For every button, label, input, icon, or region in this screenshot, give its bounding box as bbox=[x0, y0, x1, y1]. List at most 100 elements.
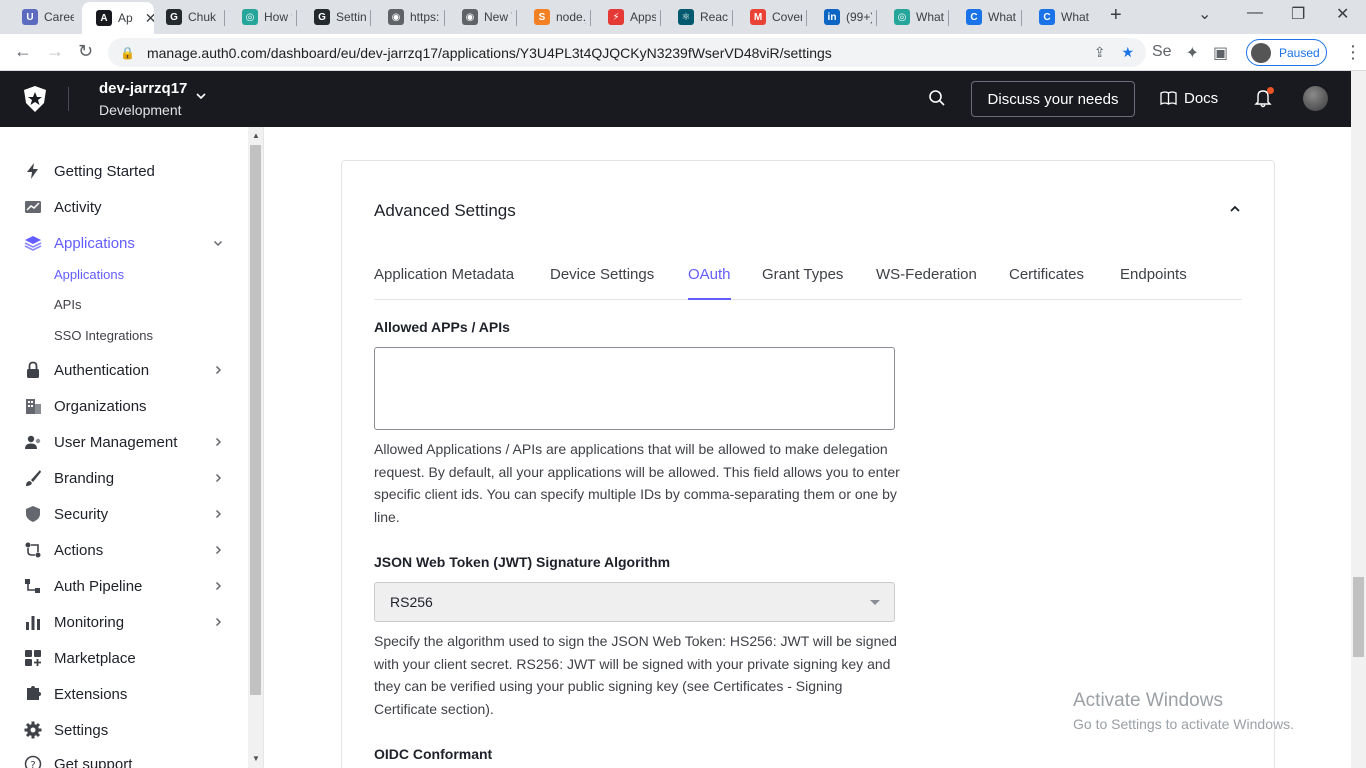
search-icon[interactable] bbox=[928, 89, 946, 107]
sidebar-item-applications[interactable]: Applications bbox=[24, 231, 224, 255]
chevron-down-icon[interactable] bbox=[194, 89, 208, 103]
sidebar-item-label: Authentication bbox=[54, 361, 150, 379]
chevron-right-icon[interactable] bbox=[212, 436, 224, 448]
browser-tab[interactable]: ◉ New T bbox=[448, 4, 512, 30]
browser-tab-strip: U Caree A Ap ✕ G Chuk ◎ How t G Settin ◉ https: ◉ New … bbox=[0, 0, 1366, 34]
sidebar-item-branding[interactable]: Branding bbox=[24, 466, 224, 490]
sidebar-scroll-thumb[interactable] bbox=[250, 145, 261, 695]
new-tab-button[interactable]: + bbox=[1110, 4, 1122, 27]
close-window-icon[interactable]: ✕ bbox=[1336, 4, 1349, 24]
browser-tab[interactable]: ◎ How t bbox=[228, 4, 292, 30]
tab-favicon-icon: ◎ bbox=[242, 9, 258, 25]
tab-ws-federation[interactable]: WS-Federation bbox=[876, 266, 977, 300]
sidebar-subitem-sso-integrations[interactable]: SSO Integrations bbox=[54, 328, 153, 343]
profile-button[interactable]: Paused bbox=[1246, 39, 1327, 66]
browser-tab[interactable]: G Chuk bbox=[152, 4, 220, 30]
chevron-right-icon[interactable] bbox=[212, 472, 224, 484]
chevron-right-icon[interactable] bbox=[212, 616, 224, 628]
actions-icon bbox=[25, 542, 41, 558]
selenium-extension-icon[interactable]: Se bbox=[1152, 43, 1172, 63]
sidebar-item-organizations[interactable]: Organizations bbox=[24, 394, 224, 418]
main-content: Advanced Settings Application Metadata De… bbox=[263, 127, 1351, 768]
app-header: dev-jarrzq17 Development Discuss your ne… bbox=[0, 71, 1351, 127]
page-scroll-thumb[interactable] bbox=[1353, 577, 1364, 657]
sidebar-subitem-applications[interactable]: Applications bbox=[54, 267, 124, 282]
tab-favicon-icon: C bbox=[966, 9, 982, 25]
browser-tab[interactable]: in (99+) bbox=[810, 4, 872, 30]
sidebar-item-user-management[interactable]: User Management bbox=[24, 430, 224, 454]
sidebar-item-label: User Management bbox=[54, 433, 178, 451]
sidebar-item-actions[interactable]: Actions bbox=[24, 538, 224, 562]
sidebar-item-label: Branding bbox=[54, 469, 115, 487]
lock-icon bbox=[27, 361, 39, 378]
tab-endpoints[interactable]: Endpoints bbox=[1120, 266, 1187, 300]
tab-oauth[interactable]: OAuth bbox=[688, 266, 731, 300]
side-panel-icon[interactable]: ▣ bbox=[1213, 43, 1228, 63]
back-icon[interactable]: ← bbox=[14, 41, 32, 62]
sidebar-item-activity[interactable]: Activity bbox=[24, 195, 224, 219]
browser-tab[interactable]: G Settin bbox=[300, 4, 366, 30]
restore-icon[interactable]: ❐ bbox=[1291, 4, 1305, 24]
browser-tab[interactable]: ⚛ React bbox=[664, 4, 728, 30]
minimize-icon[interactable]: — bbox=[1247, 4, 1263, 22]
share-icon[interactable]: ⇪ bbox=[1094, 44, 1106, 61]
tab-search-icon[interactable]: ⌄ bbox=[1198, 4, 1211, 24]
tab-application-metadata[interactable]: Application Metadata bbox=[374, 266, 514, 300]
tab-label: What bbox=[1061, 10, 1090, 24]
tab-favicon-icon: M bbox=[750, 9, 766, 25]
sidebar-item-extensions[interactable]: Extensions bbox=[24, 682, 224, 706]
sidebar-item-settings[interactable]: Settings bbox=[24, 718, 224, 742]
auth0-logo-icon[interactable] bbox=[22, 85, 48, 113]
scroll-up-arrow-icon[interactable]: ▲ bbox=[252, 131, 260, 140]
tab-label: Caree bbox=[44, 10, 74, 24]
browser-tab[interactable]: ◉ https: bbox=[374, 4, 440, 30]
allowed-apps-input[interactable] bbox=[374, 347, 895, 430]
pipeline-icon bbox=[25, 579, 40, 593]
tab-certificates[interactable]: Certificates bbox=[1009, 266, 1084, 300]
sidebar-item-auth-pipeline[interactable]: Auth Pipeline bbox=[24, 574, 224, 598]
docs-link[interactable]: Docs bbox=[1160, 90, 1218, 107]
sidebar-item-authentication[interactable]: Authentication bbox=[24, 358, 224, 382]
browser-tab[interactable]: A Ap ✕ bbox=[82, 2, 154, 34]
tab-separator bbox=[296, 10, 297, 26]
chevron-right-icon[interactable] bbox=[212, 580, 224, 592]
jwt-algorithm-select[interactable]: RS256 bbox=[374, 582, 895, 622]
chevron-right-icon[interactable] bbox=[212, 364, 224, 376]
chevron-down-icon[interactable] bbox=[212, 237, 224, 249]
sidebar-item-get-support[interactable]: ? Get support bbox=[24, 752, 224, 768]
chevron-right-icon[interactable] bbox=[212, 508, 224, 520]
browser-tab[interactable]: ⚡ Apps bbox=[594, 4, 656, 30]
sidebar-subitem-apis[interactable]: APIs bbox=[54, 297, 81, 312]
sidebar-scrollbar[interactable]: ▲ ▼ bbox=[248, 127, 263, 768]
browser-menu-icon[interactable]: ⋮ bbox=[1344, 42, 1362, 63]
sidebar-item-marketplace[interactable]: Marketplace bbox=[24, 646, 224, 670]
user-avatar[interactable] bbox=[1303, 86, 1328, 111]
reload-icon[interactable]: ↻ bbox=[78, 41, 93, 62]
chevron-right-icon[interactable] bbox=[212, 544, 224, 556]
jwt-algorithm-value: RS256 bbox=[390, 594, 433, 610]
forward-icon[interactable]: → bbox=[46, 41, 64, 62]
browser-tab[interactable]: M Cover bbox=[736, 4, 802, 30]
tenant-switcher[interactable]: dev-jarrzq17 Development bbox=[99, 80, 187, 118]
sidebar-item-getting-started[interactable]: Getting Started bbox=[24, 159, 224, 183]
scroll-down-arrow-icon[interactable]: ▼ bbox=[252, 754, 260, 763]
page-scrollbar[interactable] bbox=[1351, 71, 1366, 768]
browser-tab[interactable]: Snode.j bbox=[520, 4, 586, 30]
browser-tab[interactable]: C What bbox=[1025, 4, 1091, 30]
extensions-puzzle-icon[interactable]: ✦ bbox=[1186, 43, 1199, 63]
oidc-conformant-label: OIDC Conformant bbox=[374, 746, 493, 762]
sidebar-item-monitoring[interactable]: Monitoring bbox=[24, 610, 224, 634]
sidebar-item-label: Activity bbox=[54, 198, 102, 216]
discuss-your-needs-button[interactable]: Discuss your needs bbox=[971, 81, 1135, 117]
sidebar-item-security[interactable]: Security bbox=[24, 502, 224, 526]
tab-device-settings[interactable]: Device Settings bbox=[550, 266, 654, 300]
tab-grant-types[interactable]: Grant Types bbox=[762, 266, 843, 300]
tab-favicon-icon: S bbox=[534, 9, 550, 25]
browser-tab[interactable]: U Caree bbox=[8, 4, 74, 30]
bookmark-star-icon[interactable]: ★ bbox=[1121, 44, 1134, 61]
chevron-up-icon[interactable] bbox=[1228, 202, 1242, 216]
address-bar[interactable]: 🔒 manage.auth0.com/dashboard/eu/dev-jarr… bbox=[108, 38, 1146, 67]
brush-icon bbox=[26, 470, 41, 486]
browser-tab[interactable]: ◎ What bbox=[880, 4, 944, 30]
browser-tab[interactable]: C What bbox=[952, 4, 1018, 30]
